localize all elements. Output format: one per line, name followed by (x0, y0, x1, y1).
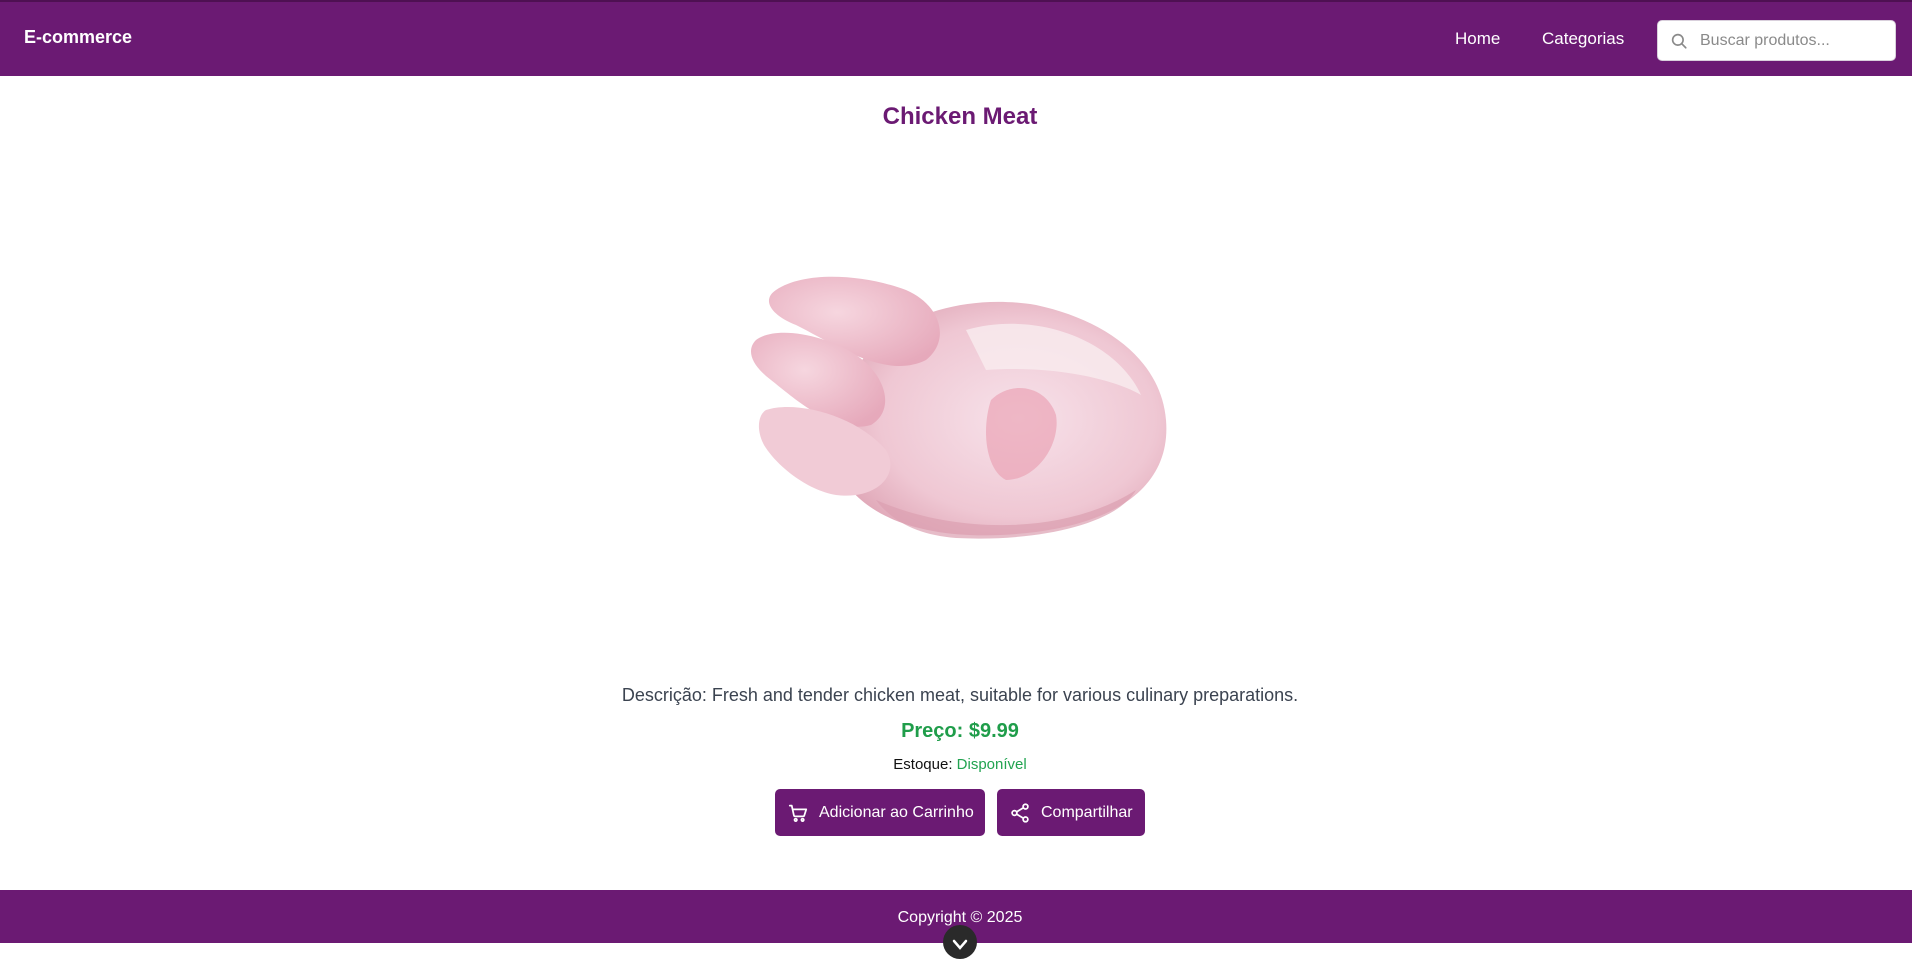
add-to-cart-button[interactable]: Adicionar ao Carrinho (775, 789, 985, 836)
navbar: E-commerce Home Categorias (0, 0, 1912, 76)
share-label: Compartilhar (1041, 803, 1133, 821)
stock-status-badge: Disponível (956, 756, 1027, 773)
share-button[interactable]: Compartilhar (997, 789, 1145, 836)
raw-chicken-image (736, 250, 1176, 550)
search-icon (1670, 32, 1688, 50)
stock-info: Estoque: Disponível (0, 756, 1912, 773)
product-description: Descrição: Fresh and tender chicken meat… (621, 685, 1299, 705)
share-icon (1011, 802, 1029, 823)
add-to-cart-label: Adicionar ao Carrinho (819, 803, 974, 821)
search-input[interactable] (1698, 27, 1888, 55)
stock-label: Estoque: (893, 756, 953, 773)
footer: Copyright © 2025 (0, 890, 1912, 959)
brand-logo-text[interactable]: E-commerce (24, 27, 132, 48)
x-badge-icon[interactable] (943, 925, 977, 959)
nav-link-categorias[interactable]: Categorias (1542, 29, 1624, 49)
product-title: Chicken Meat (882, 103, 1038, 130)
cart-icon (788, 804, 808, 822)
search-box[interactable] (1657, 20, 1896, 61)
nav-link-home[interactable]: Home (1455, 29, 1500, 49)
product-price: Preço: $9.99 (901, 720, 1019, 742)
